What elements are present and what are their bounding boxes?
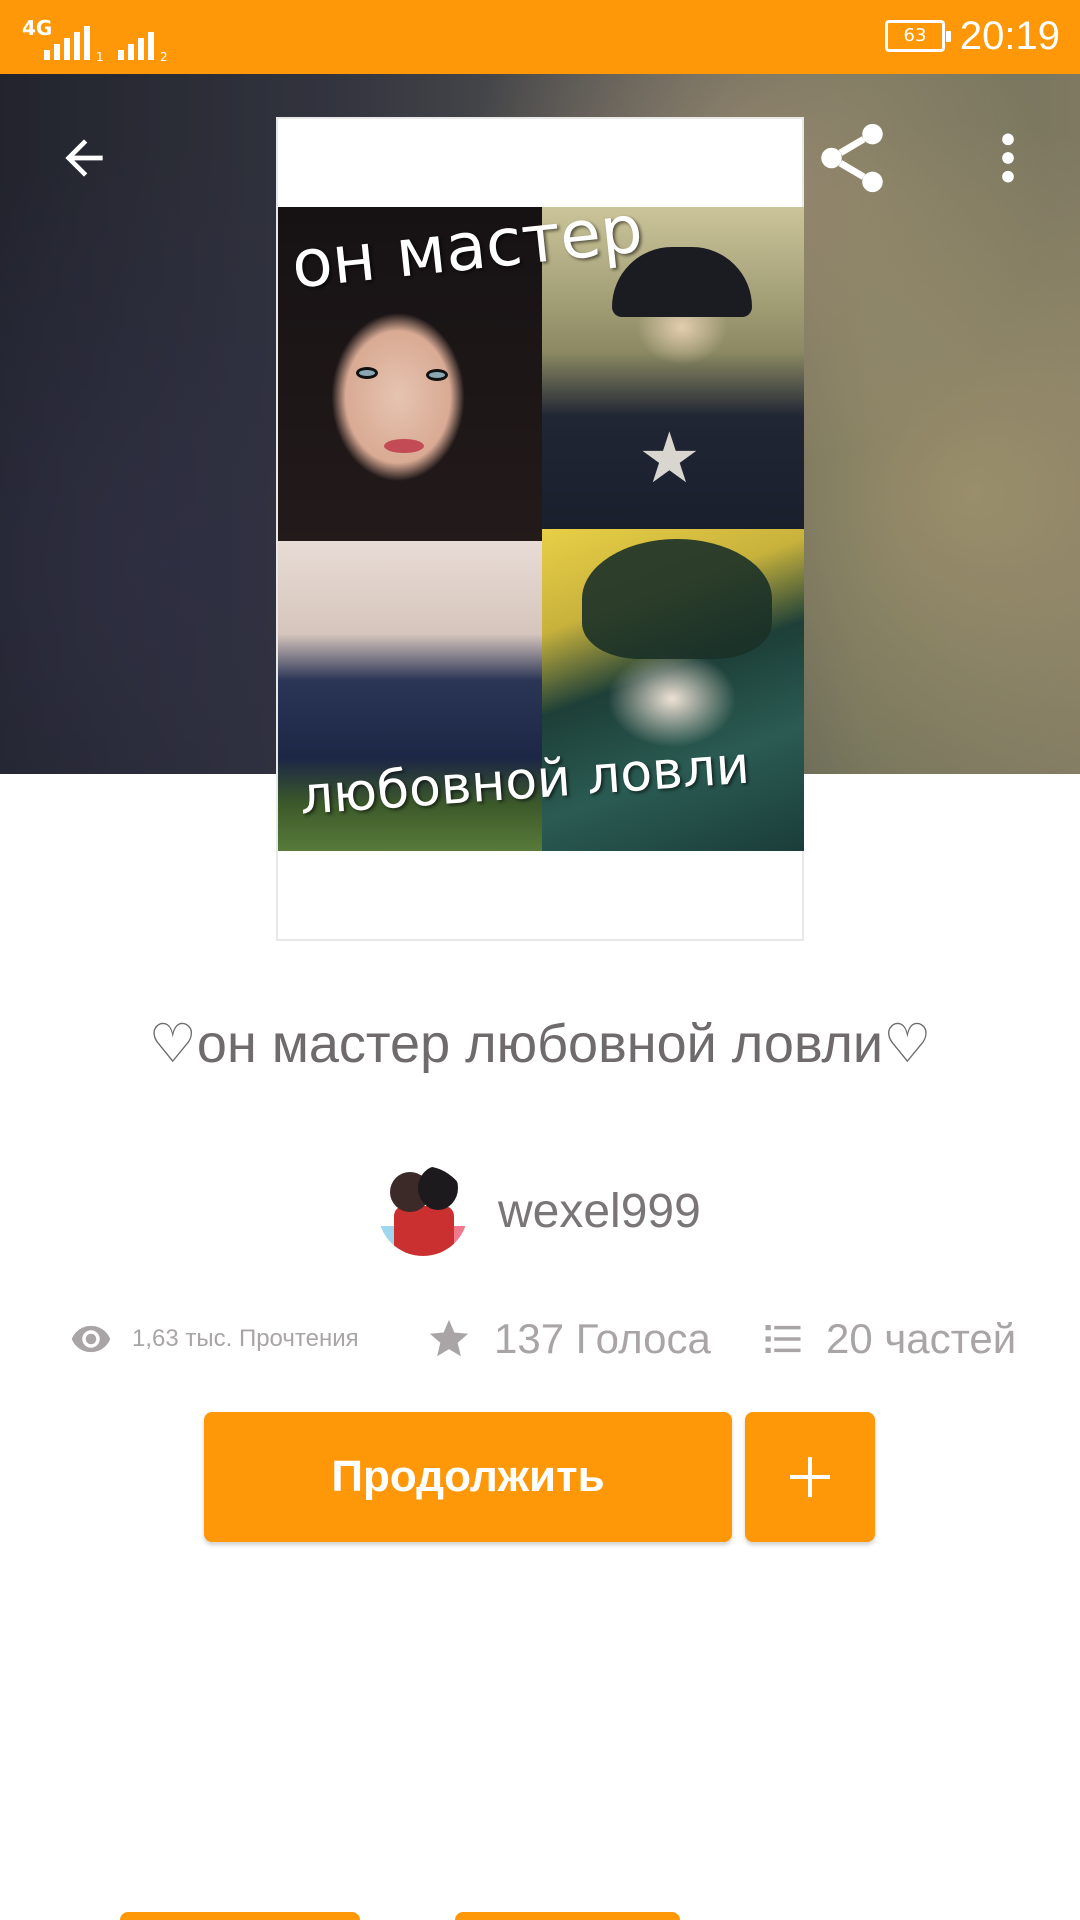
- stat-votes: 137 Голоса: [426, 1304, 711, 1374]
- partial-item-right: [455, 1912, 680, 1920]
- plus-icon: [790, 1457, 830, 1497]
- battery-icon: 63: [885, 20, 951, 52]
- share-icon: [821, 123, 883, 193]
- stat-parts: 20 частей: [762, 1304, 1016, 1374]
- story-cover-image[interactable]: ★ он мастер любовной ловли: [276, 117, 804, 941]
- star-icon: [429, 1319, 469, 1357]
- story-title: ♡он мастер любовной ловли♡: [148, 1014, 932, 1074]
- cover-collage: ★ он мастер любовной ловли: [278, 207, 804, 851]
- author-link[interactable]: wexel999: [378, 1166, 701, 1256]
- arrow-left-icon: [65, 139, 103, 177]
- reads-count: 1,63 тыс. Прочтения: [132, 1325, 359, 1352]
- story-stats: 1,63 тыс. Прочтения 137 Голоса 20 частей: [0, 1304, 1080, 1374]
- back-button[interactable]: [36, 110, 132, 206]
- share-button[interactable]: [804, 110, 900, 206]
- author-name[interactable]: wexel999: [498, 1184, 701, 1239]
- more-options-button[interactable]: [960, 110, 1056, 206]
- clock: 20:19: [959, 14, 1060, 58]
- add-to-library-button[interactable]: [745, 1412, 875, 1542]
- more-vertical-icon: [1002, 133, 1014, 183]
- status-bar: 4G 1 2 63 20:19: [0, 0, 1080, 74]
- eye-icon: [71, 1325, 111, 1353]
- stat-reads: 1,63 тыс. Прочтения: [70, 1304, 359, 1374]
- avatar[interactable]: [378, 1166, 468, 1256]
- partial-item-left: [120, 1912, 360, 1920]
- network-type-label: 4G: [22, 16, 53, 40]
- parts-count: 20 частей: [826, 1315, 1017, 1362]
- votes-count: 137 Голоса: [494, 1315, 711, 1362]
- list-icon: [765, 1325, 801, 1353]
- continue-reading-button[interactable]: Продолжить: [204, 1412, 732, 1542]
